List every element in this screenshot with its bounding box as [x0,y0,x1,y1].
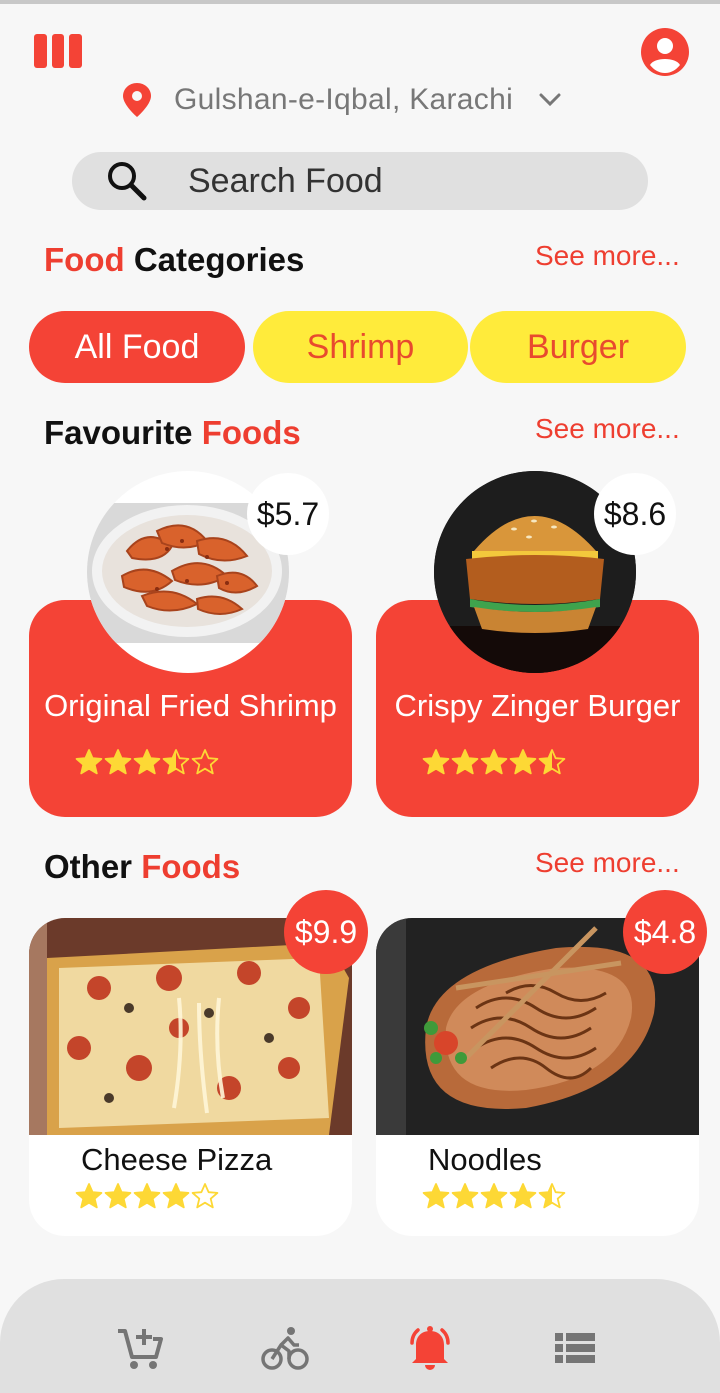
price-badge: $4.8 [623,890,707,974]
star-empty-icon [191,1183,219,1209]
nav-delivery-button[interactable] [257,1322,313,1374]
nav-list-button[interactable] [547,1322,603,1374]
star-full-icon [422,1183,450,1209]
rating-stars [422,748,566,776]
location-selector[interactable]: Gulshan-e-Iqbal, Karachi [122,80,561,120]
food-name: Noodles [428,1142,542,1177]
star-half-icon [538,749,566,775]
star-full-icon [133,1183,161,1209]
favourites-see-more-link[interactable]: See more... [535,413,680,445]
food-name: Crispy Zinger Burger [394,688,681,723]
category-chip-shrimp[interactable]: Shrimp [253,311,468,383]
nav-notifications-button[interactable] [402,1322,458,1374]
category-chip-burger[interactable]: Burger [470,311,686,383]
account-circle-icon[interactable] [640,27,690,77]
food-name: Cheese Pizza [81,1142,273,1177]
add-to-cart-icon [118,1329,163,1369]
search-input[interactable]: Search Food [72,152,648,210]
star-empty-icon [191,749,219,775]
price-badge: $9.9 [284,890,368,974]
star-full-icon [104,749,132,775]
category-chip-all-food[interactable]: All Food [29,311,245,383]
food-name: Original Fried Shrimp [44,688,337,723]
notification-bell-icon [410,1326,450,1370]
search-icon [108,162,147,201]
bottom-navigation-bar [0,1279,720,1393]
list-icon [555,1333,595,1363]
star-full-icon [133,749,161,775]
other-foods-see-more-link[interactable]: See more... [535,847,680,879]
star-half-icon [162,749,190,775]
star-full-icon [480,749,508,775]
star-full-icon [422,749,450,775]
categories-see-more-link[interactable]: See more... [535,240,680,272]
star-full-icon [162,1183,190,1209]
price-badge: $5.7 [247,473,329,555]
nav-cart-button[interactable] [112,1322,168,1374]
rating-stars [75,1182,219,1210]
location-pin-icon [123,83,151,117]
star-full-icon [75,749,103,775]
top-border [0,0,720,4]
categories-title: Food Categories [44,241,305,278]
star-half-icon [538,1183,566,1209]
chevron-down-icon[interactable] [539,93,561,107]
star-full-icon [509,1183,537,1209]
bicycle-icon [261,1327,309,1370]
price-badge: $8.6 [594,473,676,555]
favourites-title: Favourite Foods [44,414,301,451]
location-text: Gulshan-e-Iqbal, Karachi [174,83,514,116]
search-placeholder: Search Food [188,161,383,200]
star-full-icon [75,1183,103,1209]
star-full-icon [480,1183,508,1209]
star-full-icon [509,749,537,775]
star-full-icon [451,749,479,775]
star-full-icon [451,1183,479,1209]
other-foods-title: Other Foods [44,848,241,885]
rating-stars [75,748,219,776]
rating-stars [422,1182,566,1210]
star-full-icon [104,1183,132,1209]
menu-icon[interactable] [34,34,83,68]
